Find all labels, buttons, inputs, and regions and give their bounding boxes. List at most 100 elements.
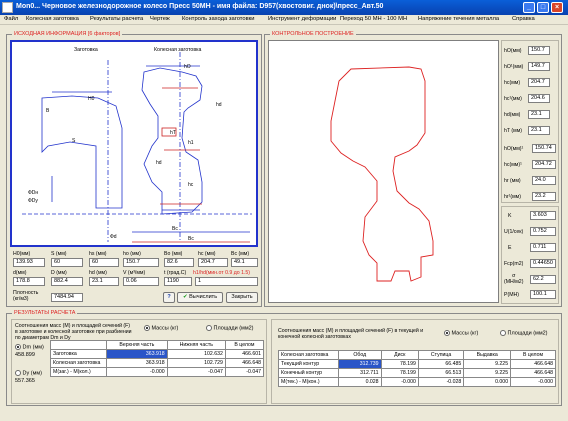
radio-dot-icon bbox=[144, 325, 150, 331]
param-label-ht: hT (мм) bbox=[504, 128, 522, 134]
table-cell[interactable]: 9.225 bbox=[463, 359, 512, 369]
input-bc[interactable]: 49.1 bbox=[231, 258, 258, 267]
table-cell[interactable]: -0.047 bbox=[224, 367, 265, 377]
input-d[interactable]: 178.8 bbox=[13, 277, 45, 286]
menu-control[interactable]: Контроль захода заготовки bbox=[182, 16, 254, 22]
radio-area-right[interactable]: Площади (мм2) bbox=[500, 330, 548, 336]
table-cell[interactable]: 102.632 bbox=[166, 349, 226, 359]
help-button[interactable]: ? bbox=[163, 292, 175, 303]
dim-d: Фd bbox=[110, 234, 117, 240]
control-panel: КОНТРОЛЬНОЕ ПОСТРОЕНИЕ hO(мм) 150.7 hO¹(… bbox=[264, 31, 562, 307]
menu-file[interactable]: Файл bbox=[4, 16, 18, 22]
radio-mass-right[interactable]: Массы (кг) bbox=[444, 330, 478, 336]
table-cell[interactable]: Конечный контур bbox=[278, 368, 339, 378]
param-label-hd: hd(мм) bbox=[504, 112, 521, 118]
label-s: S (мм) bbox=[51, 251, 67, 257]
input-density[interactable]: 7484.94 bbox=[51, 293, 83, 302]
label-t: t (град.C) bbox=[164, 270, 187, 276]
table-cell[interactable]: Заготовка bbox=[50, 349, 107, 359]
menu-results[interactable]: Результаты расчета bbox=[90, 16, 143, 22]
close-panel-button[interactable]: Закрыть bbox=[226, 292, 258, 303]
title-bar: Mon0... Черновое железнодорожное колесо … bbox=[0, 0, 568, 15]
table-cell[interactable]: 78.199 bbox=[380, 368, 419, 378]
param-label-ho-calc: hO(мм)¹ bbox=[504, 146, 524, 152]
table-cell[interactable]: 0.028 bbox=[338, 377, 382, 387]
dim-bc2: Bc bbox=[188, 236, 194, 242]
radio-mass-left[interactable]: Массы (кг) bbox=[144, 325, 178, 331]
table-row: Заготовка 363.918 102.632 466.601 bbox=[50, 349, 265, 359]
minimize-button[interactable]: _ bbox=[523, 2, 535, 13]
radio-mass-right-label: Массы (кг) bbox=[451, 330, 479, 337]
table-cell[interactable]: 66.513 bbox=[417, 368, 465, 378]
input-dd[interactable]: 882.4 bbox=[51, 277, 83, 286]
table-header-cell bbox=[50, 340, 107, 350]
param-value-hr: 24.0 bbox=[532, 176, 556, 185]
input-h0[interactable]: 139.93 bbox=[13, 258, 45, 267]
input-hs[interactable]: 60 bbox=[89, 258, 119, 267]
menu-stress[interactable]: Напряжение течения металла bbox=[418, 16, 499, 22]
table-row: Текущий контур 312.739 78.199 66.485 9.2… bbox=[278, 359, 556, 369]
table-cell[interactable]: -0.000 bbox=[106, 367, 168, 377]
results-title: РЕЗУЛЬТАТЫ РАСЧЕТА bbox=[12, 310, 78, 316]
table-cell[interactable]: 466.648 bbox=[510, 368, 556, 378]
compute-button-label: Вычислить bbox=[189, 294, 218, 300]
param-label-hc: hc(мм) bbox=[504, 80, 521, 86]
input-hd[interactable]: 23.1 bbox=[89, 277, 119, 286]
control-panel-title: КОНТРОЛЬНОЕ ПОСТРОЕНИЕ bbox=[270, 31, 356, 37]
table-header-cell: В целом bbox=[224, 340, 265, 350]
radio-area-left[interactable]: Площади (мм2) bbox=[206, 325, 254, 331]
input-s[interactable]: 60 bbox=[51, 258, 83, 267]
param-value-p: 100.1 bbox=[530, 290, 556, 299]
radio-dm[interactable]: Dm (мм) bbox=[15, 344, 44, 350]
close-button[interactable]: × bbox=[551, 2, 563, 13]
table-cell[interactable]: -0.028 bbox=[417, 377, 465, 387]
menu-tool[interactable]: Инструмент деформации bbox=[268, 16, 336, 22]
label-dy: Dy (мм) bbox=[22, 370, 43, 377]
table-cell[interactable]: 102.729 bbox=[166, 358, 226, 368]
dim-h1: h1 bbox=[188, 140, 194, 146]
table-cell[interactable]: 466.648 bbox=[510, 359, 556, 369]
table-cell[interactable]: Колесная заготовка bbox=[50, 358, 107, 368]
dim-ho: hO bbox=[184, 64, 191, 70]
check-icon: ✔ bbox=[182, 294, 188, 300]
param-value-hc1: 204.6 bbox=[528, 94, 550, 103]
table-row: M(тек.) - M(кон.) 0.028 -0.000 -0.028 0.… bbox=[278, 377, 556, 387]
input-t[interactable]: 1190 bbox=[164, 277, 192, 286]
table-cell[interactable]: 9.225 bbox=[463, 368, 512, 378]
table-cell[interactable]: 466.648 bbox=[224, 358, 265, 368]
table-cell[interactable]: M(тек.) - M(кон.) bbox=[278, 377, 339, 387]
input-bo[interactable]: 82.6 bbox=[164, 258, 194, 267]
table-cell[interactable]: 466.601 bbox=[224, 349, 265, 359]
table-cell[interactable]: 0.000 bbox=[463, 377, 512, 387]
table-cell[interactable]: 363.918 bbox=[106, 358, 168, 368]
label-hs: hs (мм) bbox=[89, 251, 107, 257]
table-cell-selected[interactable]: 363.918 bbox=[106, 349, 168, 359]
table-cell[interactable]: М(заг.) - М(кол.) bbox=[50, 367, 107, 377]
table-cell[interactable]: -0.047 bbox=[166, 367, 226, 377]
input-ho[interactable]: 150.7 bbox=[123, 258, 159, 267]
table-cell[interactable]: 66.485 bbox=[417, 359, 465, 369]
table-cell[interactable]: Текущий контур bbox=[278, 359, 339, 369]
menu-transition[interactable]: Переход 50 MH - 100 MH bbox=[340, 16, 407, 22]
maximize-button[interactable]: □ bbox=[537, 2, 549, 13]
contour-mass-table: Колесная заготовка Обод Диск Ступица Выд… bbox=[278, 350, 556, 387]
radio-dy[interactable]: Dy (мм) bbox=[15, 370, 42, 376]
table-cell[interactable]: 312.711 bbox=[338, 368, 382, 378]
menu-help[interactable]: Справка bbox=[512, 16, 535, 22]
input-hc[interactable]: 204.7 bbox=[198, 258, 228, 267]
table-cell[interactable]: -0.000 bbox=[380, 377, 419, 387]
table-cell-selected[interactable]: 312.739 bbox=[338, 359, 382, 369]
input-v[interactable]: 0.06 bbox=[123, 277, 159, 286]
param-label-u: U(1/сек) bbox=[504, 229, 524, 235]
param-label-ho1: hO¹(мм) bbox=[504, 64, 524, 70]
compute-button[interactable]: ✔ Вычислить bbox=[177, 292, 223, 303]
param-value-ht: 23.1 bbox=[528, 126, 550, 135]
menu-drawing[interactable]: Чертеж bbox=[150, 16, 170, 22]
table-header-cell: В целом bbox=[510, 350, 556, 360]
label-dm: Dm (мм) bbox=[22, 344, 44, 351]
table-header-row: Верхняя часть Нижняя часть В целом bbox=[50, 340, 265, 350]
table-cell[interactable]: 78.199 bbox=[380, 359, 419, 369]
input-h1-hd[interactable]: 1 bbox=[195, 277, 258, 286]
menu-blank[interactable]: Колесная заготовка bbox=[26, 16, 79, 22]
table-cell[interactable]: -0.000 bbox=[510, 377, 556, 387]
